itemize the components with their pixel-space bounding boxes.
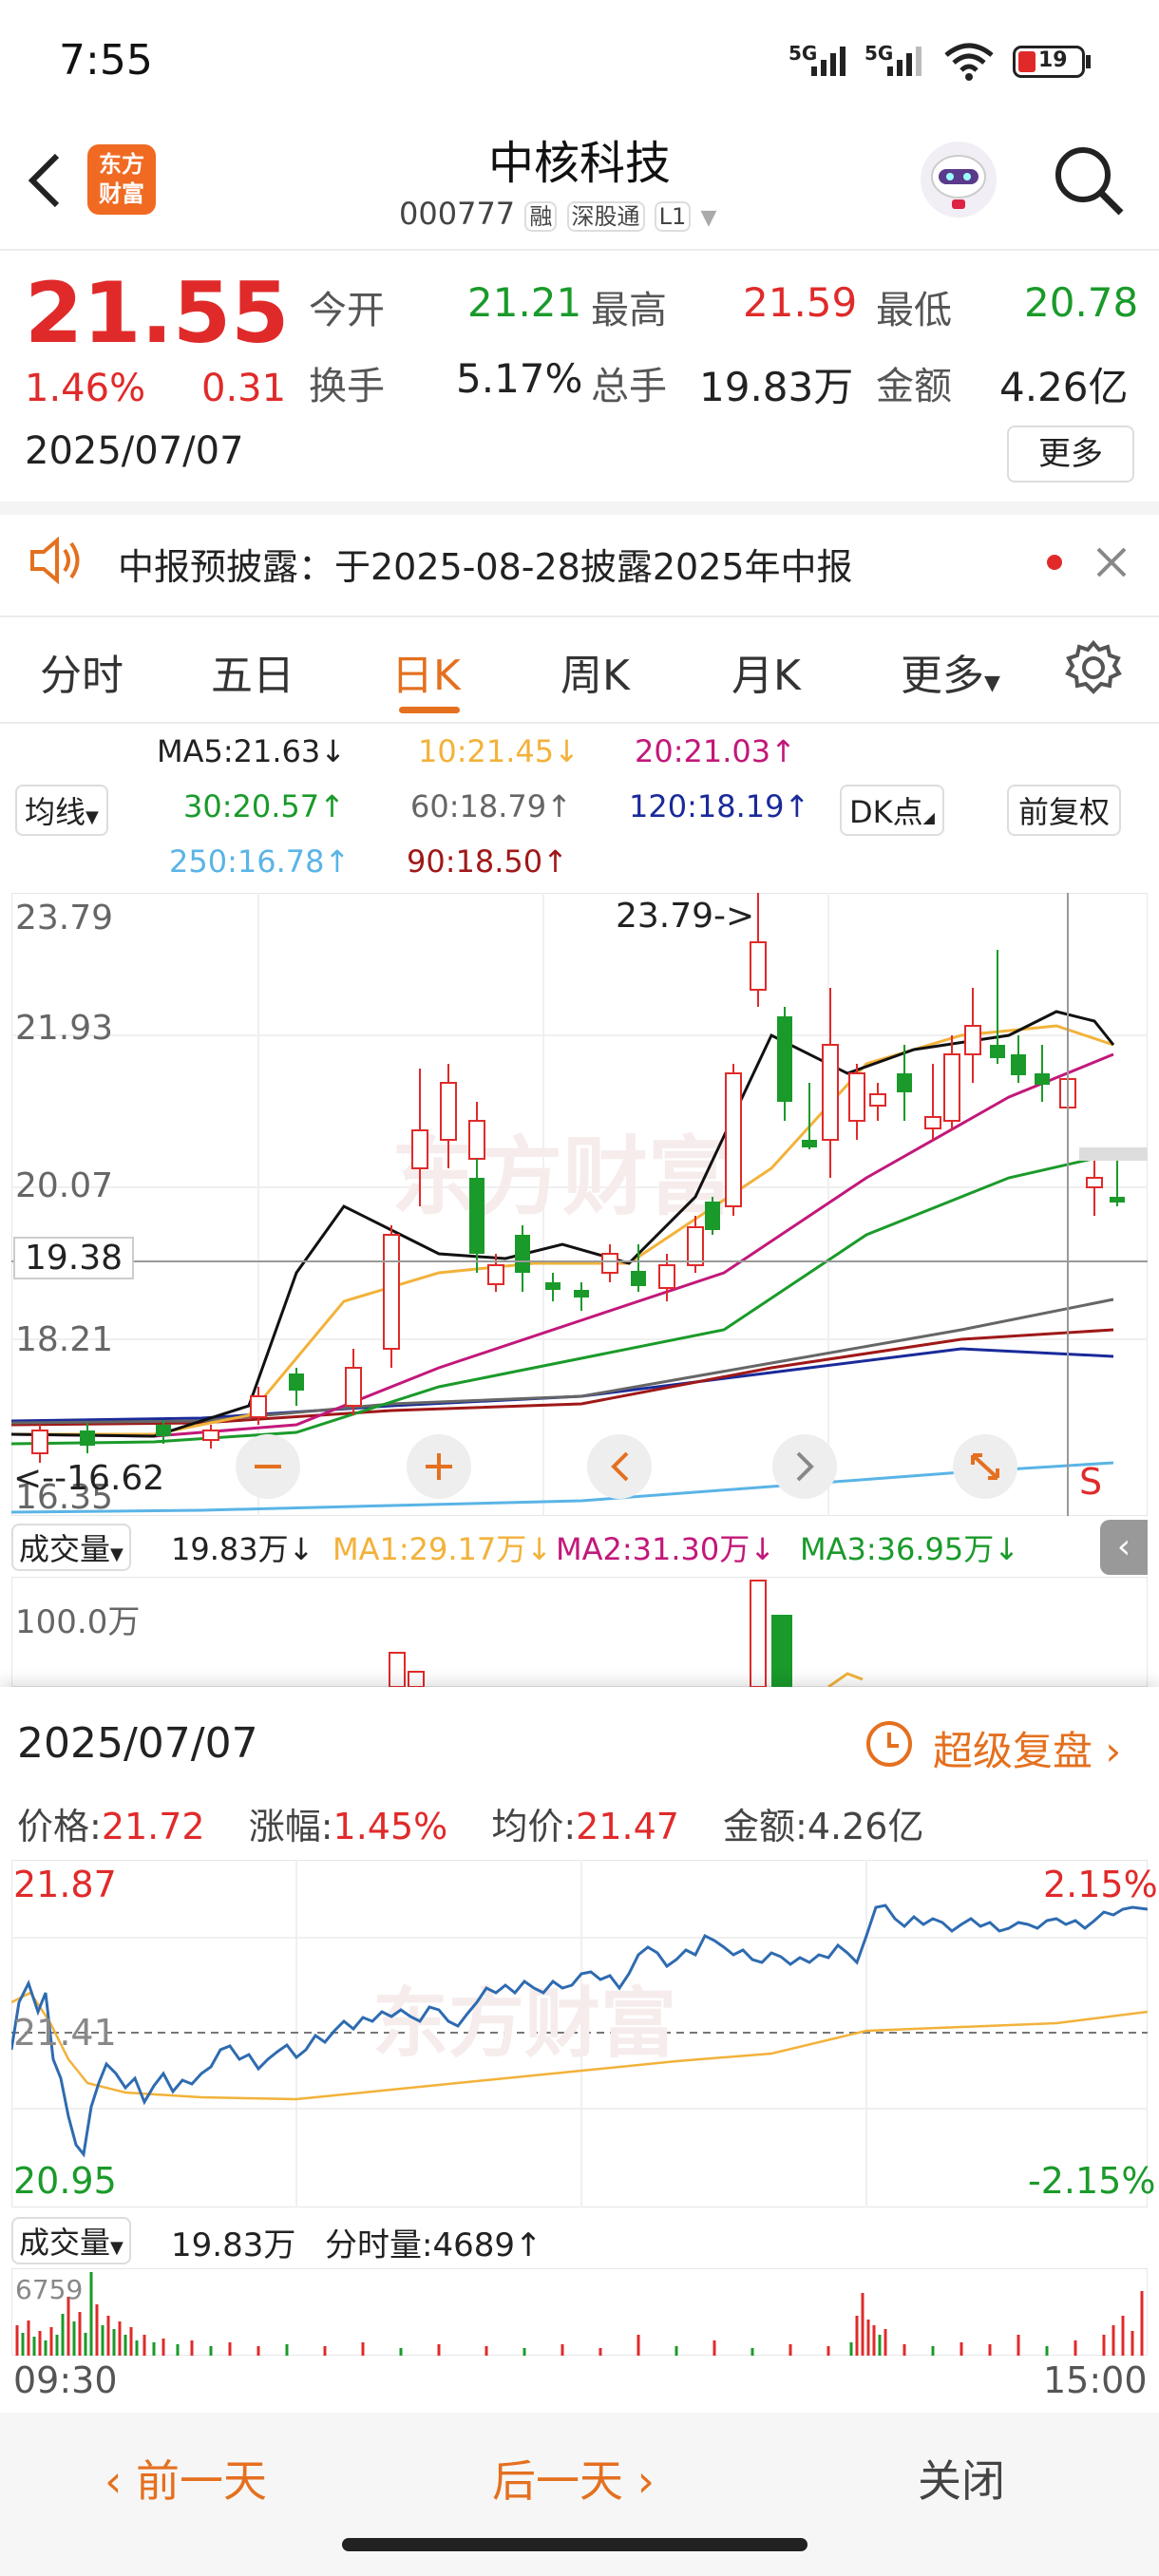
speaker-icon [30,536,80,585]
change-percent: 1.46% [25,367,146,410]
ma30-legend: 30:20.57↑ [183,788,345,824]
svg-text:东方财富: 东方财富 [372,1979,676,2068]
tab-zhouk[interactable]: 周K [560,641,630,702]
change-value: 0.31 [201,367,287,410]
intraday-low-pct: -2.15% [1028,2160,1156,2202]
time-end: 15:00 [1043,2359,1148,2401]
wifi-icon [944,43,994,81]
tab-rik[interactable]: 日K [391,641,461,702]
battery-icon: 19 [1013,46,1085,78]
stock-code-row: 000777 融 深股通 L1 ▼ [399,196,717,232]
high-value: 21.59 [743,279,858,326]
kline-y-23-79: 23.79 [15,899,114,938]
low-label: 最低 [876,289,952,332]
kline-y-21-93: 21.93 [15,1009,114,1048]
notice-text[interactable]: 中报预披露：于2025-08-28披露2025年中报 [118,538,853,590]
rong-tag: 融 [524,201,558,232]
intraday-volume-chart [11,2268,1148,2356]
home-indicator[interactable] [342,2538,808,2551]
vol-ma1: MA1:29.17万↓ [332,1531,553,1567]
volume-chart [11,1577,1148,1687]
prev-day-button[interactable]: ‹ 前一天 [104,2447,267,2510]
sgt-tag: 深股通 [566,201,645,232]
scroll-left-button[interactable] [587,1434,652,1499]
dk-point-button[interactable]: DK点◢ [840,785,944,836]
more-button[interactable]: 更多 [1007,426,1134,483]
intraday-chart[interactable]: 东方财富 [11,1860,1148,2207]
ma60-legend: 60:18.79↑ [410,788,572,824]
volume-label: 总手 [591,365,667,408]
robot-assistant-icon[interactable] [916,139,1001,220]
turnover-value: 5.17% [456,355,583,402]
signal-bars-2-icon [887,47,922,76]
tab-fenshi[interactable]: 分时 [40,641,124,702]
low-value: 20.78 [1024,279,1139,326]
search-icon[interactable] [1051,142,1127,218]
intraday-volume-top: 6759 [15,2274,84,2305]
popup-stats: 价格:21.72 涨幅:1.45% 均价:21.47 金额:4.26亿 [17,1806,924,1847]
status-time: 7:55 [59,36,153,85]
ma20-legend: 20:21.03↑ [635,733,796,769]
fullscreen-button[interactable] [953,1434,1017,1499]
amount-value: 4.26亿 [999,364,1129,410]
tab-yuek[interactable]: 月K [732,641,801,702]
tab-more[interactable]: 更多▼ [901,641,1000,702]
vol-ma3: MA3:36.95万↓ [800,1531,1020,1567]
dropdown-arrow-icon[interactable]: ▼ [700,206,716,230]
ma-selector[interactable]: 均线▼ [15,785,108,836]
kline-chart[interactable]: 东方财富 [11,893,1148,1516]
volume-top-label: 100.0万 [15,1603,141,1641]
quote-date: 2025/07/07 [25,429,244,473]
close-icon[interactable] [1092,543,1130,581]
replay-clock-icon[interactable] [863,1717,916,1771]
high-label: 最高 [591,289,667,332]
time-start: 09:30 [13,2359,118,2401]
min-price-marker: <--16.62 [13,1459,165,1498]
volume-value: 19.83万 [699,364,854,410]
sell-signal-marker: S [1079,1461,1103,1503]
open-value: 21.21 [467,279,582,326]
turnover-label: 换手 [309,365,385,408]
signal-bars-1-icon [811,47,846,76]
kline-y-18-21: 18.21 [15,1320,114,1359]
settings-gear-icon[interactable] [1064,638,1123,697]
zoom-out-button[interactable] [236,1434,300,1499]
volume-current: 19.83万↓ [171,1531,314,1567]
popup-date: 2025/07/07 [17,1719,258,1768]
max-price-marker: 23.79-> [616,897,755,936]
kline-y-20-07: 20.07 [15,1166,114,1205]
svg-text:东方财富: 东方财富 [391,1127,733,1227]
scroll-right-button[interactable] [772,1434,837,1499]
intraday-mid: 21.41 [13,2012,117,2054]
intraday-low: 20.95 [13,2160,117,2202]
crosshair-price-label: 19.38 [13,1237,135,1279]
notice-red-dot [1047,555,1062,570]
open-label: 今开 [309,289,385,332]
tab-wuri[interactable]: 五日 [211,641,294,702]
ma10-legend: 10:21.45↓ [418,733,580,769]
intraday-high-pct: 2.15% [1043,1864,1158,1905]
adjust-button[interactable]: 前复权 [1007,785,1122,836]
ma5-legend: MA5:21.63↓ [157,733,347,769]
current-price: 21.55 [25,264,290,362]
next-day-button[interactable]: 后一天 › [492,2447,655,2510]
ma90-legend: 90:18.50↑ [407,843,568,880]
intraday-high: 21.87 [13,1864,117,1905]
close-popup-button[interactable]: 关闭 [918,2447,1005,2510]
volume-selector[interactable]: 成交量▼ [11,1524,131,1571]
collapse-panel-button[interactable]: ‹ [1100,1520,1148,1575]
intraday-minute-volume: 分时量:4689↑ [325,2226,542,2264]
tab-active-indicator [399,707,460,713]
ma120-legend: 120:18.19↑ [629,788,810,824]
ma250-legend: 250:16.78↑ [169,843,351,880]
level-tag: L1 [654,201,692,232]
vol-ma2: MA2:31.30万↓ [556,1531,776,1567]
amount-label: 金额 [876,365,952,408]
super-replay-button[interactable]: 超级复盘 › [933,1719,1121,1777]
zoom-in-button[interactable] [407,1434,471,1499]
intraday-volume-total: 19.83万 [171,2226,296,2264]
intraday-volume-selector[interactable]: 成交量▼ [11,2217,131,2264]
